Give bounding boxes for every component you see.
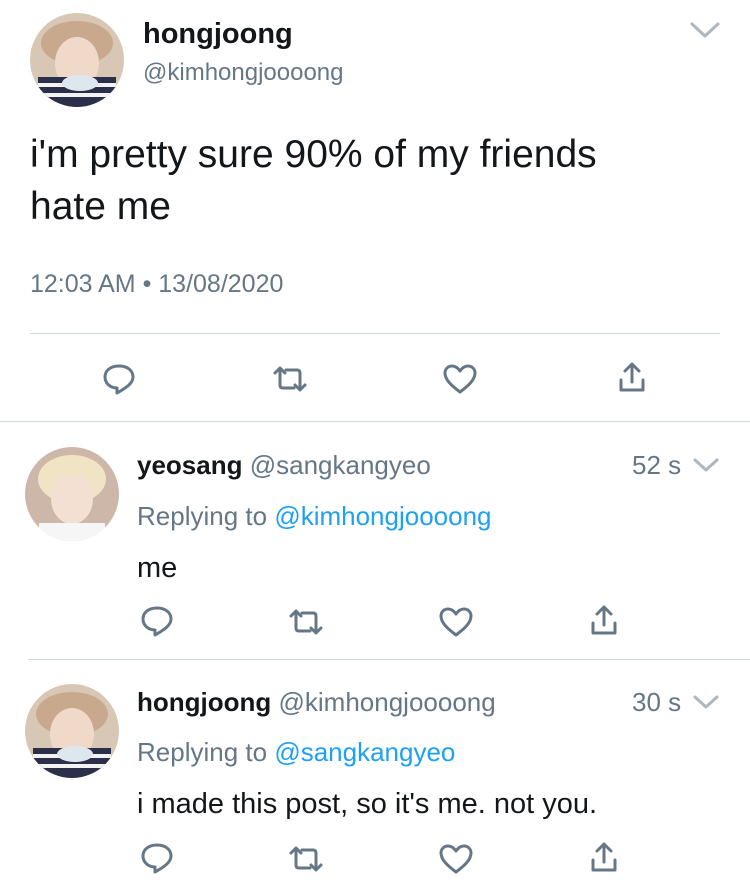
divider xyxy=(30,333,720,334)
author-name[interactable]: hongjoong xyxy=(137,687,271,717)
tweet-timestamp: 12:03 AM • 13/08/2020 xyxy=(30,270,284,298)
reply-header: yeosang @sangkangyeo xyxy=(137,449,431,481)
time-ago: 30 s xyxy=(632,687,682,717)
retweet-icon[interactable] xyxy=(271,363,309,395)
retweet-icon[interactable] xyxy=(287,843,325,875)
author-handle[interactable]: @sangkangyeo xyxy=(250,450,431,480)
share-icon[interactable] xyxy=(617,360,647,394)
time-ago: 52 s xyxy=(632,450,682,480)
reply-icon[interactable] xyxy=(139,841,175,875)
author-name[interactable]: yeosang xyxy=(137,450,243,480)
replying-to-label: Replying to xyxy=(137,501,268,531)
reply-divider xyxy=(28,659,750,660)
tweet-text-line-1: i'm pretty sure 90% of my friends xyxy=(30,133,597,176)
chevron-down-icon[interactable] xyxy=(692,456,720,474)
like-icon[interactable] xyxy=(438,843,474,875)
author-name[interactable]: hongjoong xyxy=(143,16,293,52)
replying-to: Replying to @sangkangyeo xyxy=(137,736,455,768)
avatar[interactable] xyxy=(30,13,124,107)
replying-to-link[interactable]: @kimhongjoooong xyxy=(274,501,491,531)
avatar[interactable] xyxy=(25,447,119,541)
tweet-text-line-2: hate me xyxy=(30,185,171,228)
reply-text: me xyxy=(137,552,178,584)
reply-icon[interactable] xyxy=(101,362,137,396)
chevron-down-icon[interactable] xyxy=(689,20,721,40)
reply-text: i made this post, so it's me. not you. xyxy=(137,788,598,820)
author-handle[interactable]: @kimhongjoooong xyxy=(143,58,344,88)
chevron-down-icon[interactable] xyxy=(692,693,720,711)
like-icon[interactable] xyxy=(438,606,474,638)
reply-icon[interactable] xyxy=(139,604,175,638)
retweet-icon[interactable] xyxy=(287,606,325,638)
replying-to-label: Replying to xyxy=(137,737,268,767)
avatar[interactable] xyxy=(25,684,119,778)
section-divider xyxy=(0,421,750,422)
share-icon[interactable] xyxy=(589,603,619,637)
like-icon[interactable] xyxy=(442,363,478,395)
reply-header: hongjoong @kimhongjoooong xyxy=(137,686,496,718)
replying-to: Replying to @kimhongjoooong xyxy=(137,500,492,532)
replying-to-link[interactable]: @sangkangyeo xyxy=(274,737,455,767)
author-handle[interactable]: @kimhongjoooong xyxy=(279,687,496,717)
share-icon[interactable] xyxy=(589,840,619,874)
